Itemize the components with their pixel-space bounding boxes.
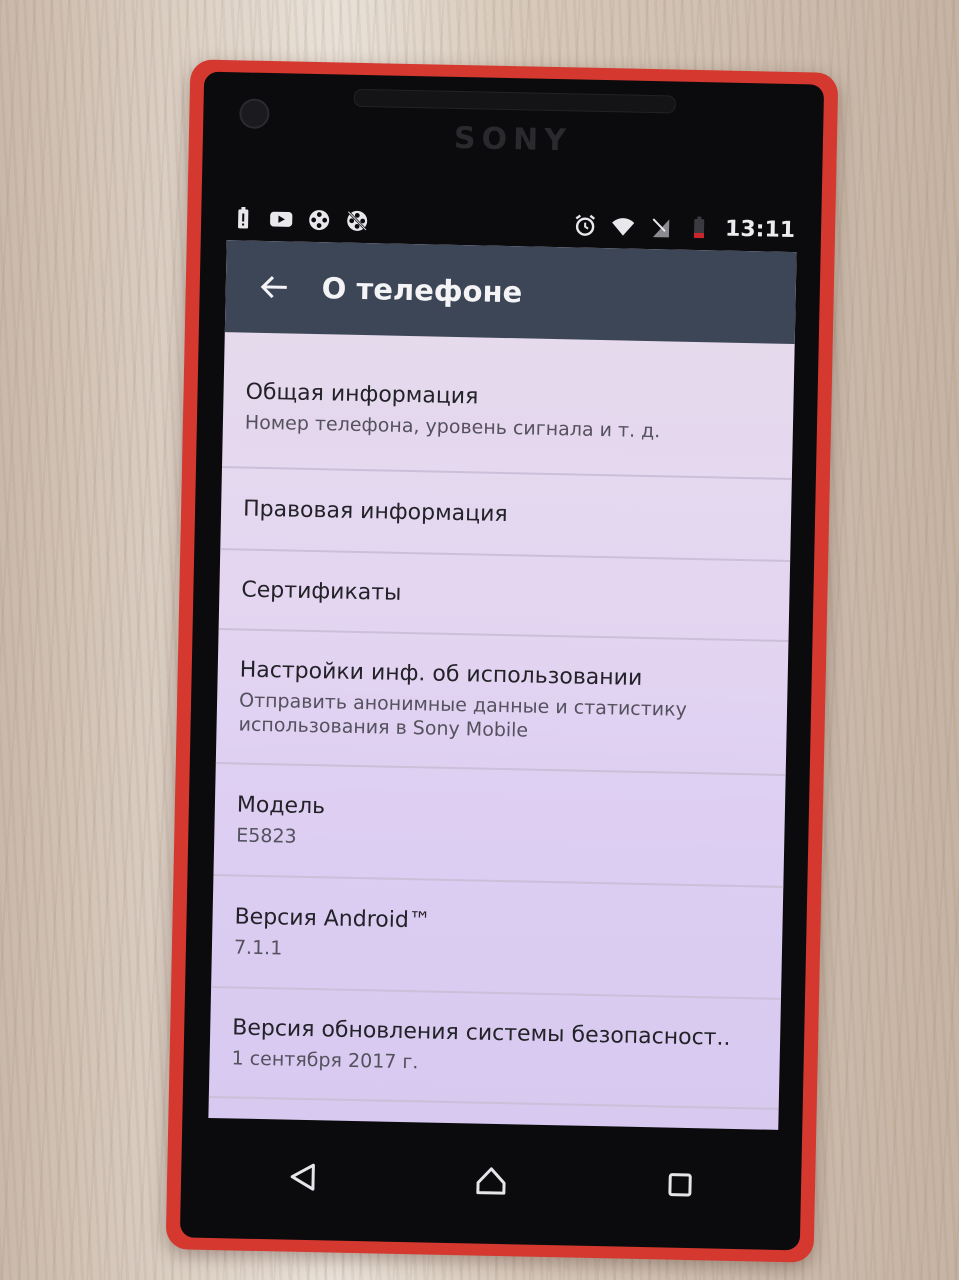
settings-screen: О телефоне Общая информация Номер телефо… — [208, 240, 797, 1130]
nav-home-button[interactable] — [455, 1145, 526, 1216]
settings-item-model[interactable]: Модель E5823 — [213, 764, 786, 888]
signal-off-icon — [649, 215, 673, 239]
item-title: Общая информация — [245, 379, 479, 409]
settings-item-usage-info[interactable]: Настройки инф. об использовании Отправит… — [215, 630, 789, 776]
recents-icon — [668, 1173, 693, 1197]
film-reel-icon — [307, 208, 331, 232]
brand-logo: SONY — [453, 120, 573, 159]
item-subtitle: 7.1.1 — [233, 935, 283, 959]
film-reel-off-icon — [345, 209, 369, 233]
status-time: 13:11 — [724, 216, 796, 243]
item-subtitle: 1 сентября 2017 г. — [231, 1046, 419, 1073]
arrow-back-icon — [260, 276, 287, 299]
alarm-icon — [573, 213, 597, 237]
item-title: Модель — [236, 791, 326, 819]
item-title: Версия обновления системы безопасност.. — [232, 1014, 731, 1051]
youtube-icon — [269, 207, 293, 231]
nav-back-button[interactable] — [266, 1141, 337, 1212]
item-title: Сертификаты — [241, 577, 402, 606]
back-button[interactable] — [225, 240, 323, 334]
phone-bezel: SONY 13:11 О телефоне Общая информация Н… — [179, 71, 825, 1251]
status-bar: 13:11 — [231, 200, 796, 248]
item-subtitle: E5823 — [236, 823, 297, 848]
item-subtitle: Номер телефона, уровень сигнала и т. д. — [244, 411, 661, 442]
battery-low-icon — [687, 216, 711, 240]
back-triangle-icon — [290, 1163, 315, 1191]
app-bar: О телефоне — [224, 240, 797, 345]
earpiece-speaker — [353, 88, 676, 114]
settings-item-general-info[interactable]: Общая информация Номер телефона, уровень… — [221, 346, 795, 481]
item-title: Настройки инф. об использовании — [239, 657, 643, 691]
item-subtitle: Отправить анонимные данные и статистику … — [238, 689, 688, 742]
item-title: Правовая информация — [242, 496, 508, 527]
page-title: О телефоне — [321, 271, 523, 310]
wifi-icon — [611, 214, 635, 238]
settings-item-security-patch[interactable]: Версия обновления системы безопасност.. … — [208, 987, 781, 1110]
phone-device: SONY 13:11 О телефоне Общая информация Н… — [165, 59, 839, 1263]
settings-item-android-version[interactable]: Версия Android™ 7.1.1 — [211, 876, 784, 1000]
settings-list: Общая информация Номер телефона, уровень… — [208, 332, 795, 1110]
home-icon — [476, 1167, 506, 1195]
settings-item-legal-info[interactable]: Правовая информация — [220, 468, 792, 563]
settings-item-certificates[interactable]: Сертификаты — [218, 550, 791, 642]
item-title: Версия Android™ — [234, 903, 432, 934]
nav-recents-button[interactable] — [645, 1149, 716, 1220]
navigation-bar — [206, 1120, 776, 1242]
battery-alert-icon — [231, 206, 255, 230]
